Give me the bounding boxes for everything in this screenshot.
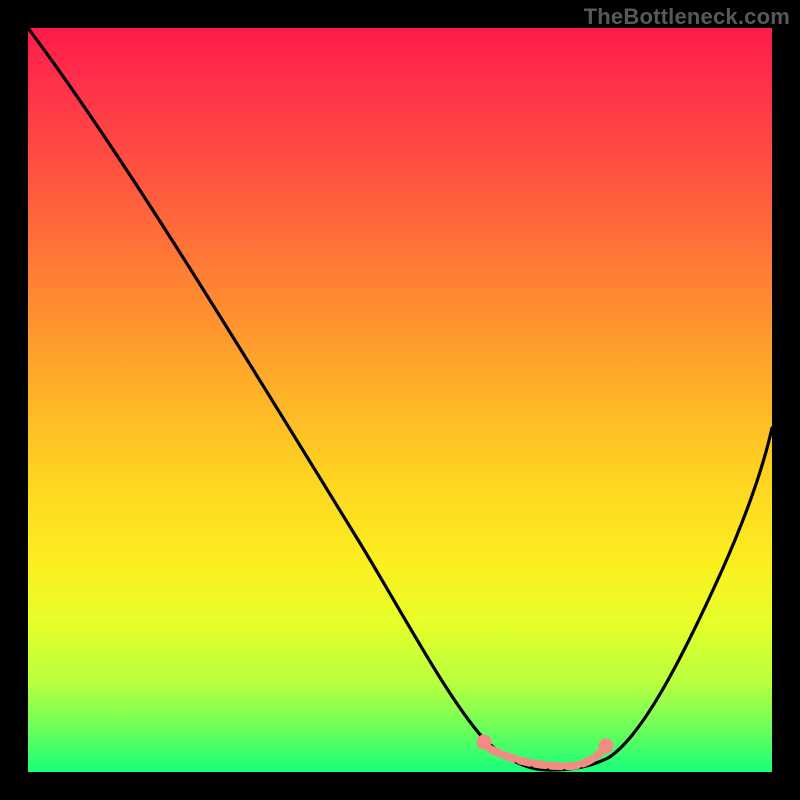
chart-frame: TheBottleneck.com [0, 0, 800, 800]
plot-gradient-background [28, 28, 772, 772]
watermark-text: TheBottleneck.com [584, 4, 790, 30]
